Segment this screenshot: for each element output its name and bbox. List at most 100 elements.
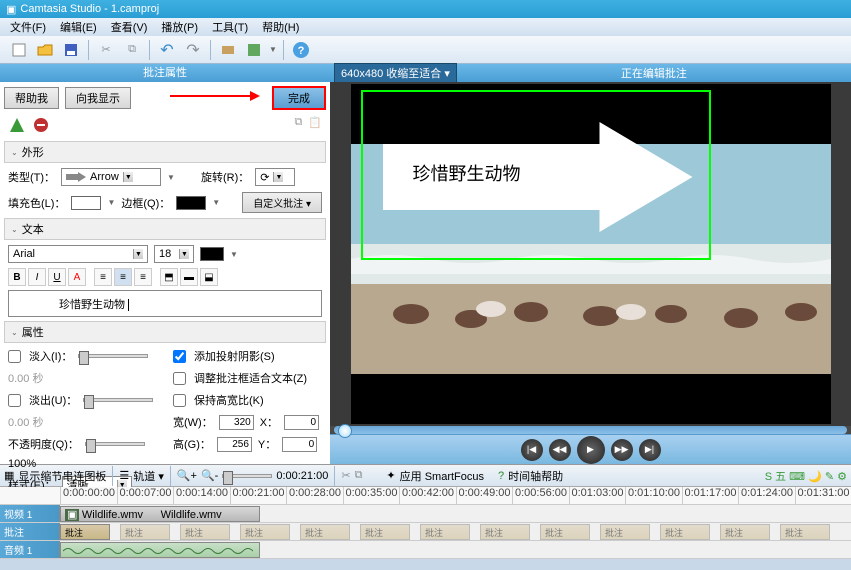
redo-icon[interactable]: ↷ xyxy=(182,39,204,61)
forward-button[interactable]: ▶▶ xyxy=(611,439,633,461)
y-input[interactable] xyxy=(282,437,317,452)
text-section[interactable]: ⌄文本 xyxy=(4,218,326,240)
add-icon[interactable] xyxy=(8,116,26,137)
produce-icon[interactable] xyxy=(217,39,239,61)
preview-panel: 640x480 收缩至适合 ▾ 正在编辑批注 珍惜野生动物 xyxy=(330,64,851,464)
preview-status: 正在编辑批注 xyxy=(457,65,851,81)
height-input[interactable] xyxy=(217,437,252,452)
type-select[interactable]: Arrow▼ xyxy=(61,168,161,186)
save-icon[interactable] xyxy=(60,39,82,61)
menu-play[interactable]: 播放(P) xyxy=(155,18,204,36)
valign-bot-button[interactable]: ⬓ xyxy=(200,268,218,286)
callout-selection[interactable]: 珍惜野生动物 xyxy=(361,90,711,260)
rewind-button[interactable]: ◀◀ xyxy=(549,439,571,461)
tracks-button[interactable]: 轨道 ▾ xyxy=(133,468,164,484)
show-thumbs-button[interactable]: 显示缩节串连图板 xyxy=(18,468,106,484)
prev-button[interactable]: |◀ xyxy=(521,439,543,461)
menu-file[interactable]: 文件(F) xyxy=(4,18,52,36)
video-clip-1[interactable]: ▣ Wildlife.wmv Wildlife.wmv xyxy=(60,506,260,522)
panel-header: 批注属性 xyxy=(0,64,330,82)
x-input[interactable] xyxy=(284,415,319,430)
fill-color-swatch[interactable] xyxy=(71,196,101,210)
remove-icon[interactable] xyxy=(32,116,50,137)
bold-button[interactable]: B xyxy=(8,268,26,286)
text-color-swatch[interactable] xyxy=(200,247,224,261)
rotate-select[interactable]: ⟳▼ xyxy=(255,168,295,186)
playback-controls: |◀ ◀◀ ▶ ▶▶ ▶| xyxy=(330,434,851,464)
main-toolbar: ✂ ⧉ ↶ ↷ ▼ ? xyxy=(0,36,851,64)
copy-icon[interactable]: ⧉ xyxy=(121,39,143,61)
border-color-swatch[interactable] xyxy=(176,196,206,210)
width-input[interactable] xyxy=(219,415,254,430)
ime-indicator[interactable]: S 五 ⌨ 🌙 ✎ ⚙ xyxy=(765,468,847,484)
menu-help[interactable]: 帮助(H) xyxy=(256,18,305,36)
shape-section[interactable]: ⌄外形 xyxy=(4,141,326,163)
rotate-label: 旋转(R)： xyxy=(201,169,249,185)
cut-icon[interactable]: ✂ xyxy=(95,39,117,61)
arrow-preview-icon xyxy=(66,172,86,182)
zoom-select[interactable]: 640x480 收缩至适合 ▾ xyxy=(334,63,457,83)
seek-bar[interactable] xyxy=(334,426,847,434)
properties-panel: 批注属性 帮助我 向我显示 完成 ⧉ 📋 ⌄外形 类型(T)： Arrow▼ ▼… xyxy=(0,64,330,464)
share-icon[interactable] xyxy=(243,39,265,61)
aspect-check[interactable] xyxy=(173,394,186,407)
italic-button[interactable]: I xyxy=(28,268,46,286)
valign-top-button[interactable]: ⬒ xyxy=(160,268,178,286)
menu-edit[interactable]: 编辑(E) xyxy=(54,18,103,36)
timeline-ruler[interactable]: 0:00:00:000:00:07:000:00:14:000:00:21:00… xyxy=(0,487,851,505)
font-size-select[interactable]: 18▼ xyxy=(154,245,194,263)
split-icon[interactable]: ⧉ xyxy=(355,469,363,482)
audio-clip[interactable] xyxy=(60,542,260,558)
preview-canvas[interactable]: 珍惜野生动物 xyxy=(330,82,851,426)
next-button[interactable]: ▶| xyxy=(639,439,661,461)
zoom-slider[interactable] xyxy=(222,474,272,478)
fadeout-check[interactable] xyxy=(8,394,21,407)
anno-clip[interactable]: 批注 xyxy=(60,524,110,540)
font-select[interactable]: Arial▼ xyxy=(8,245,148,263)
valign-mid-button[interactable]: ▬ xyxy=(180,268,198,286)
storyboard-icon[interactable]: ▦ xyxy=(4,469,14,482)
callout-text-input[interactable]: 珍惜野生动物 xyxy=(8,290,322,317)
help-tl-icon[interactable]: ? xyxy=(498,470,504,482)
audio-track[interactable]: 音频 1 xyxy=(0,541,851,559)
opacity-slider[interactable] xyxy=(85,442,145,446)
done-button[interactable]: 完成 xyxy=(272,86,326,110)
underline-button[interactable]: U xyxy=(48,268,66,286)
smartfocus-button[interactable]: 应用 SmartFocus xyxy=(400,468,484,484)
font-color-button[interactable]: A xyxy=(68,268,86,286)
video-track[interactable]: 视频 1 ▣ Wildlife.wmv Wildlife.wmv xyxy=(0,505,851,523)
shadow-check[interactable] xyxy=(173,350,186,363)
zoom-in-icon[interactable]: 🔍+ xyxy=(177,469,197,482)
props-section[interactable]: ⌄属性 xyxy=(4,321,326,343)
align-center-button[interactable]: ≡ xyxy=(114,268,132,286)
help-me-button[interactable]: 帮助我 xyxy=(4,87,59,109)
copy-callout-icon[interactable]: ⧉ xyxy=(294,116,302,137)
align-right-button[interactable]: ≡ xyxy=(134,268,152,286)
annotation-track[interactable]: 批注 批注 批注 批注 批注 批注 批注 批注 批注 批注 批注 批注 批注 批… xyxy=(0,523,851,541)
smartfocus-icon[interactable]: ✦ xyxy=(386,469,395,482)
show-me-button[interactable]: 向我显示 xyxy=(65,87,131,109)
new-icon[interactable] xyxy=(8,39,30,61)
menu-view[interactable]: 查看(V) xyxy=(105,18,154,36)
paste-callout-icon[interactable]: 📋 xyxy=(308,116,322,137)
open-icon[interactable] xyxy=(34,39,56,61)
zoom-time: 0:00:21:00 xyxy=(276,470,328,482)
type-label: 类型(T)： xyxy=(8,169,55,185)
tracks-icon[interactable]: ☰ xyxy=(119,469,129,482)
fadein-slider[interactable] xyxy=(78,354,148,358)
cut-tl-icon[interactable]: ✂ xyxy=(341,469,350,482)
app-icon: ▣ xyxy=(6,3,16,16)
play-button[interactable]: ▶ xyxy=(577,436,605,464)
timeline-panel: ▦ 显示缩节串连图板 ☰ 轨道 ▾ 🔍+ 🔍- 0:00:21:00 ✂ ⧉ ✦… xyxy=(0,464,851,559)
zoom-out-icon[interactable]: 🔍- xyxy=(201,469,218,482)
help-icon[interactable]: ? xyxy=(290,39,312,61)
timeline-help-button[interactable]: 时间轴帮助 xyxy=(508,468,563,484)
menu-tools[interactable]: 工具(T) xyxy=(206,18,254,36)
align-left-button[interactable]: ≡ xyxy=(94,268,112,286)
resize-check[interactable] xyxy=(173,372,186,385)
menu-bar: 文件(F) 编辑(E) 查看(V) 播放(P) 工具(T) 帮助(H) xyxy=(0,18,851,36)
fadein-check[interactable] xyxy=(8,350,21,363)
undo-icon[interactable]: ↶ xyxy=(156,39,178,61)
custom-callout-button[interactable]: 自定义批注 ▾ xyxy=(242,192,322,213)
fadeout-slider[interactable] xyxy=(83,398,153,402)
